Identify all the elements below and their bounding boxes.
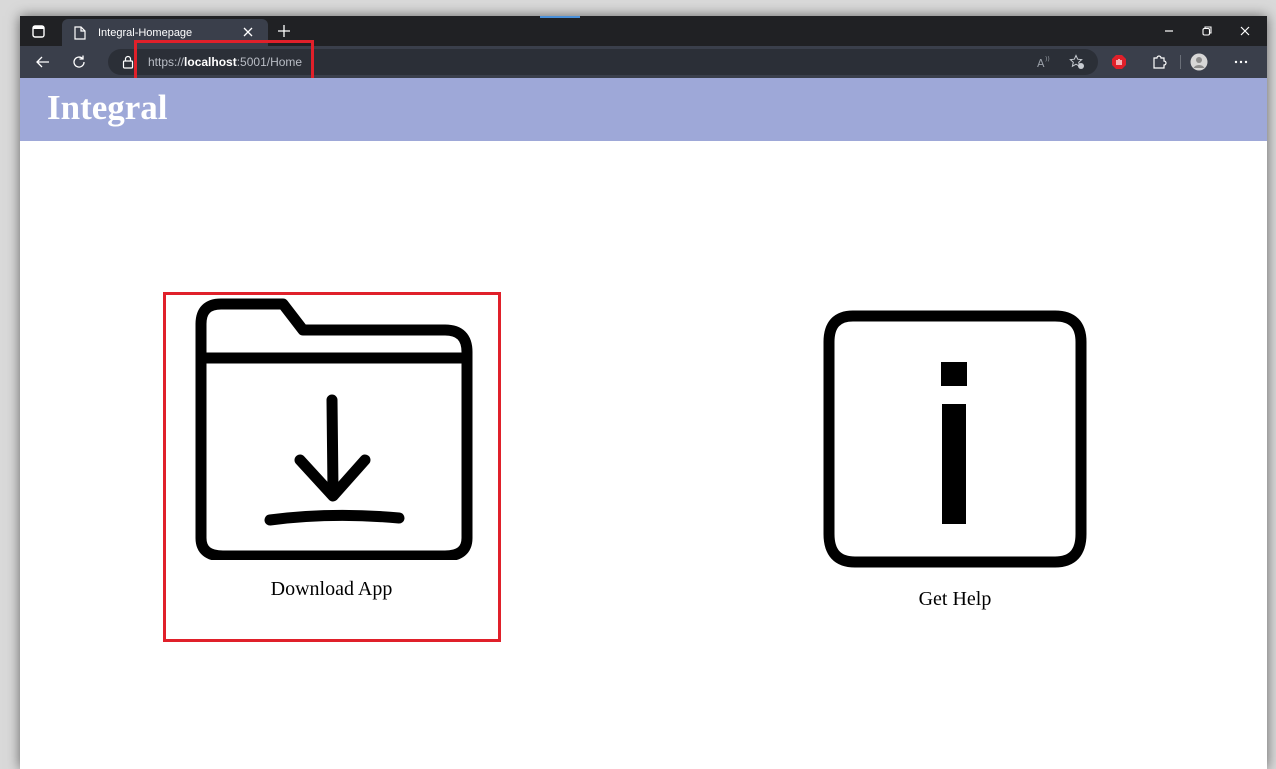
new-tab-plus-icon[interactable]: [275, 22, 293, 40]
browser-window: Integral-Homepage https://localhost:5001…: [20, 16, 1267, 769]
tab-title: Integral-Homepage: [98, 26, 193, 39]
toolbar-divider: [1180, 55, 1181, 69]
close-window-icon[interactable]: [1236, 22, 1254, 40]
add-favorite-icon[interactable]: [1068, 53, 1086, 71]
info-icon[interactable]: [823, 308, 1087, 570]
refresh-icon[interactable]: [70, 53, 88, 71]
site-header: Integral: [20, 78, 1267, 141]
minimize-icon[interactable]: [1160, 22, 1178, 40]
profile-icon[interactable]: [1190, 53, 1208, 71]
more-icon[interactable]: [1232, 53, 1250, 71]
read-aloud-icon[interactable]: A)): [1036, 53, 1054, 71]
svg-text:)): )): [1045, 56, 1050, 63]
get-help-card[interactable]: Get Help: [815, 308, 1095, 638]
svg-text:A: A: [1037, 57, 1045, 69]
site-brand[interactable]: Integral: [47, 88, 168, 128]
download-highlight-box: [163, 292, 501, 642]
drag-indicator: [540, 16, 580, 18]
adblock-icon[interactable]: [1110, 53, 1128, 71]
page-icon: [74, 25, 88, 40]
tab-actions-icon[interactable]: [30, 23, 46, 39]
arrow-left-icon[interactable]: [34, 53, 52, 71]
page-content: Integral Download App Get Help: [20, 78, 1267, 769]
get-help-label[interactable]: Get Help: [919, 588, 992, 611]
extensions-icon[interactable]: [1150, 53, 1168, 71]
restore-icon[interactable]: [1198, 22, 1216, 40]
close-tab-icon[interactable]: [242, 26, 256, 40]
